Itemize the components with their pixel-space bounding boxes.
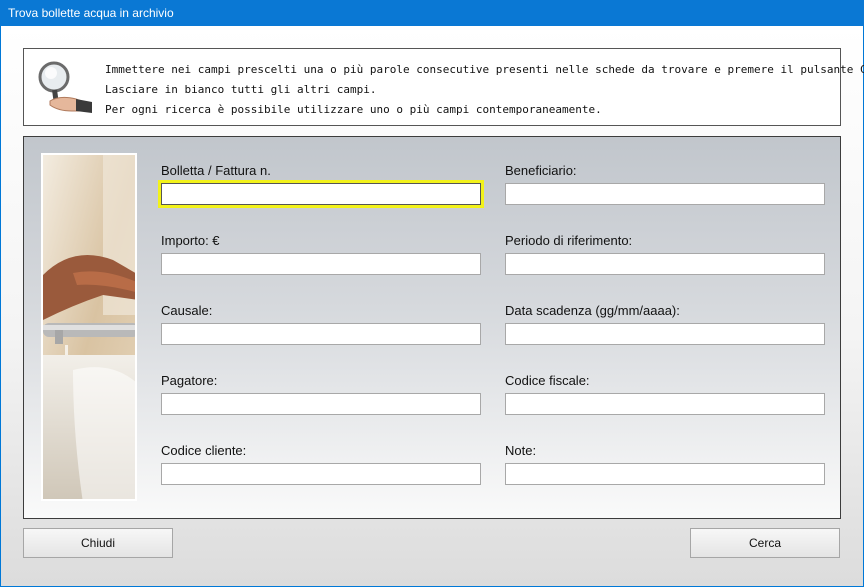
periodo-riferimento-input[interactable]: [505, 253, 825, 275]
search-form-panel: Bolletta / Fattura n. Beneficiario: Impo…: [23, 136, 841, 519]
data-scadenza-input[interactable]: [505, 323, 825, 345]
beneficiario-input[interactable]: [505, 183, 825, 205]
dialog-body: Immettere nei campi prescelti una o più …: [1, 26, 864, 586]
pagatore-input[interactable]: [161, 393, 481, 415]
codice-fiscale-input[interactable]: [505, 393, 825, 415]
field-label-importo: Importo: €: [161, 233, 220, 248]
field-label-note: Note:: [505, 443, 537, 458]
search-button[interactable]: Cerca: [690, 528, 840, 558]
field-label-causale: Causale:: [161, 303, 213, 318]
field-label-periodo: Periodo di riferimento:: [505, 233, 633, 248]
close-button[interactable]: Chiudi: [23, 528, 173, 558]
info-line-1: Immettere nei campi prescelti una o più …: [105, 63, 864, 76]
window-title: Trova bollette acqua in archivio: [0, 0, 864, 26]
magnifier-in-hand-icon: [38, 61, 92, 113]
field-label-data-scadenza: Data scadenza (gg/mm/aaaa):: [505, 303, 680, 318]
field-label-beneficiario: Beneficiario:: [505, 163, 577, 178]
field-label-codice-fiscale: Codice fiscale:: [505, 373, 590, 388]
note-input[interactable]: [505, 463, 825, 485]
codice-cliente-input[interactable]: [161, 463, 481, 485]
info-panel: Immettere nei campi prescelti una o più …: [23, 48, 864, 126]
info-line-3: Per ogni ricerca è possibile utilizzare …: [105, 103, 602, 116]
causale-input[interactable]: [161, 323, 481, 345]
field-label-pagatore: Pagatore:: [161, 373, 218, 388]
field-label-bolletta: Bolletta / Fattura n.: [161, 163, 271, 178]
faucet-photo: [41, 153, 137, 501]
field-label-codice-cliente: Codice cliente:: [161, 443, 247, 458]
info-text: Immettere nei campi prescelti una o più …: [105, 62, 864, 122]
bolletta-fattura-input[interactable]: [161, 183, 481, 205]
importo-input[interactable]: [161, 253, 481, 275]
info-line-2: Lasciare in bianco tutti gli altri campi…: [105, 83, 377, 96]
